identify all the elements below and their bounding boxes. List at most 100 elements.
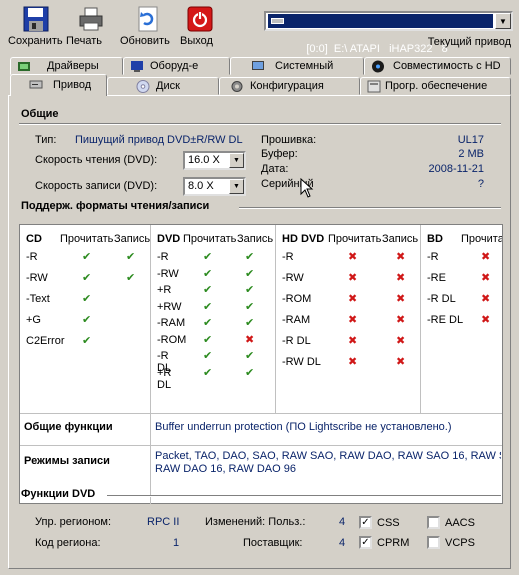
write-speed-select[interactable]: 8.0 X ▼ (183, 177, 246, 196)
drive-tab-icon (29, 78, 43, 91)
cd-format-name: -RW (26, 272, 48, 284)
dvd-format-name: -ROM (157, 333, 187, 346)
cd-format-name: -Text (26, 293, 50, 305)
cross-icon: ✖ (396, 272, 406, 284)
cross-icon: ✖ (396, 314, 406, 326)
hddvd-format-name: -RAM (282, 314, 311, 326)
cross-icon: ✖ (481, 314, 491, 326)
dvd-write-header: Запись (237, 233, 274, 245)
formats-section-title: Поддерж. форматы чтения/записи (21, 200, 210, 212)
tab-drivers[interactable]: Драйверы (10, 57, 123, 75)
drivers-icon (17, 60, 31, 73)
check-icon: ✔ (245, 350, 255, 362)
save-button[interactable]: Сохранить (8, 4, 64, 50)
dvd-format-name: +R (157, 284, 172, 296)
type-value: Пишущий привод DVD±R/RW DL (75, 134, 243, 146)
tab-drive[interactable]: Привод (10, 74, 107, 96)
tab-configuration[interactable]: Конфигурация (219, 77, 360, 95)
system-icon (251, 60, 265, 73)
hddvd-write-header: Запись (382, 233, 419, 245)
general-section-title: Общие (21, 108, 59, 120)
check-icon: ✔ (203, 317, 213, 329)
exit-button[interactable]: Выход (180, 4, 220, 50)
cross-icon: ✖ (396, 356, 406, 368)
check-icon: ✔ (245, 317, 255, 329)
check-icon: ✔ (82, 314, 92, 326)
date-label: Дата: (261, 163, 289, 175)
region-mgmt-label: Упр. регионом: (35, 516, 112, 528)
vcps-label: VCPS (445, 537, 475, 549)
dvd-read-header: Прочитать (183, 233, 237, 245)
check-icon: ✔ (203, 350, 213, 362)
check-icon: ✔ (203, 333, 213, 346)
cross-icon: ✖ (481, 272, 491, 284)
cross-icon: ✖ (396, 293, 406, 305)
tab-disc[interactable]: Диск (107, 77, 219, 95)
refresh-button[interactable]: Обновить (120, 4, 176, 50)
chevron-down-icon[interactable]: ▼ (229, 179, 244, 194)
css-checkbox[interactable]: ✓ (359, 516, 372, 529)
cd-format-name: +G (26, 314, 41, 326)
check-icon: ✔ (203, 366, 213, 379)
changes-vendor-value: 4 (339, 537, 346, 549)
check-icon: ✔ (126, 272, 136, 284)
drive-icon (271, 18, 284, 24)
write-speed-value: 8.0 X (188, 180, 214, 192)
cross-icon: ✖ (348, 356, 358, 368)
check-icon: ✔ (203, 251, 213, 263)
hddvd-format-name: -R DL (282, 335, 311, 347)
dvd-format-name: -R (157, 251, 169, 263)
check-icon: ✔ (82, 335, 92, 347)
dvd-format-name: +R DL (157, 366, 172, 391)
cd-read-header: Прочитать (60, 233, 114, 245)
mouse-cursor-icon (300, 177, 314, 201)
cross-icon: ✖ (348, 251, 358, 263)
aacs-checkbox[interactable] (427, 516, 440, 529)
general-divider (19, 123, 501, 125)
firmware-label: Прошивка: (261, 134, 317, 146)
chevron-down-icon[interactable]: ▼ (229, 153, 244, 168)
date-value: 2008-11-21 (428, 163, 484, 175)
tab-hardware[interactable]: Оборуд-е (123, 57, 230, 75)
cprm-label: CPRM (377, 537, 410, 549)
check-icon: ✔ (203, 284, 213, 296)
tab-software[interactable]: Прогр. обеспечение (360, 77, 511, 95)
region-code-label: Код региона: (35, 537, 101, 549)
formats-table: CD Прочитать Запись -R ✔ ✔ -RW ✔ ✔ -Text ✔ +G ✔ C2… (19, 224, 503, 504)
toolbar: Сохранить Печать Обновить Выход [0:0] E:… (0, 0, 519, 55)
cd-format-name: C2Error (26, 335, 65, 347)
css-label: CSS (377, 517, 400, 529)
serial-value: ? (477, 178, 484, 190)
current-drive-label: Текущий привод (427, 36, 511, 48)
print-button[interactable]: Печать (66, 4, 116, 50)
hddvd-format-name: -R (282, 251, 294, 263)
write-modes-value: Packet, TAO, DAO, SAO, RAW SAO, RAW DAO,… (155, 450, 501, 475)
tab-hd-compatibility[interactable]: Совместимость с HD (364, 57, 511, 75)
tab-system[interactable]: Системный (230, 57, 364, 75)
formats-row-divider (20, 445, 502, 446)
bd-format-name: -RE DL (427, 314, 464, 326)
check-icon: ✔ (245, 267, 255, 280)
bd-header: BD (427, 233, 443, 245)
hddvd-format-name: -RW DL (282, 356, 321, 368)
region-mgmt-value: RPC II (147, 516, 180, 528)
formats-col-divider (150, 413, 151, 504)
common-functions-label: Общие функции (24, 421, 113, 433)
cd-header: CD (26, 233, 42, 245)
vcps-checkbox[interactable] (427, 536, 440, 549)
cd-format-name: -R (26, 251, 38, 263)
check-icon: ✔ (245, 251, 255, 263)
bd-column: BD Прочита -R ✖ -RE ✖ -R DL ✖ -RE DL ✖ (421, 225, 502, 413)
check-icon: ✔ (82, 272, 92, 284)
drive-select[interactable]: [0:0] E:\ ATAPI iHAP322 8 ▼ (264, 11, 513, 55)
bd-read-header: Прочита (461, 233, 502, 245)
floppy-disk-icon (23, 6, 49, 32)
cprm-checkbox[interactable]: ✓ (359, 536, 372, 549)
checkmark-icon: ✓ (361, 537, 370, 548)
formats-divider (239, 207, 501, 209)
chevron-down-icon[interactable]: ▼ (495, 13, 511, 29)
hddvd-column: HD DVD Прочитать Запись -R ✖ ✖ -RW ✖ ✖ -ROM ✖ ✖ -… (276, 225, 421, 413)
region-code-value: 1 (173, 537, 180, 549)
read-speed-select[interactable]: 16.0 X ▼ (183, 151, 246, 170)
write-modes-label: Режимы записи (24, 455, 110, 467)
